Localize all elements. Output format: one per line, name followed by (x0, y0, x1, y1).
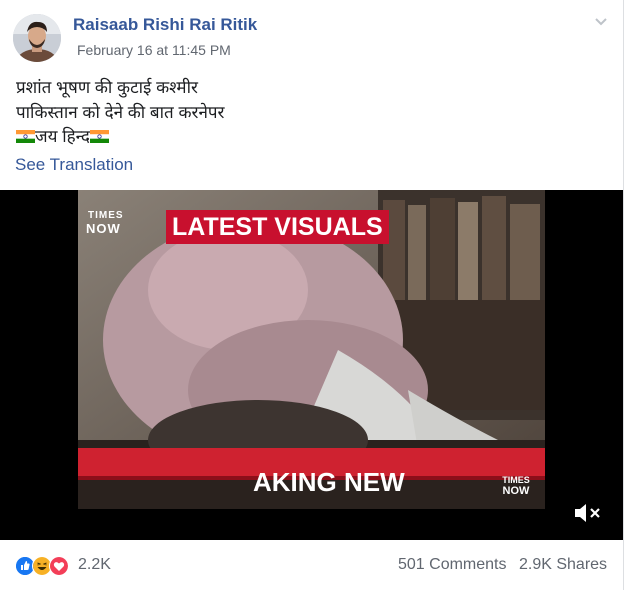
channel-logo: TIMES NOW (86, 210, 166, 240)
video-frame[interactable]: TIMES NOW LATEST VISUALS AKING NEW TIMES… (78, 190, 545, 509)
corner-logo-bottom: NOW (502, 485, 530, 497)
channel-logo-bottom: NOW (86, 221, 121, 236)
post-text-line-2: पाकिस्तान को देने की बात करनेपर (16, 103, 225, 122)
see-translation-link[interactable]: See Translation (15, 155, 133, 175)
avatar-image (13, 14, 61, 62)
avatar[interactable] (13, 14, 61, 62)
video-ticker-text: AKING NEW (253, 467, 405, 497)
post-text-line-1: प्रशांत भूषण की कुटाई कश्मीर (16, 78, 198, 97)
shares-count-link[interactable]: 2.9K Shares (519, 556, 607, 574)
corner-channel-logo: TIMES NOW (490, 475, 542, 497)
post-timestamp[interactable]: February 16 at 11:45 PM (77, 42, 231, 58)
video-headline-banner: LATEST VISUALS (166, 210, 389, 244)
feed-post: Raisaab Rishi Rai Ritik February 16 at 1… (0, 0, 624, 590)
chevron-down-icon[interactable] (594, 14, 608, 28)
love-icon (49, 556, 69, 576)
india-flag-icon (16, 130, 35, 143)
speaker-muted-icon[interactable] (572, 502, 602, 524)
post-text-line-3: जय हिन्द (16, 124, 109, 147)
reactions-count[interactable]: 2.2K (78, 556, 111, 574)
comments-count-link[interactable]: 501 Comments (398, 556, 507, 574)
video-player[interactable]: TIMES NOW LATEST VISUALS AKING NEW TIMES… (0, 190, 623, 540)
post-author-name[interactable]: Raisaab Rishi Rai Ritik (73, 15, 257, 35)
corner-logo-top: TIMES (502, 475, 530, 485)
india-flag-icon (89, 130, 109, 143)
post-text-jai-hind: जय हिन्द (35, 127, 90, 146)
channel-logo-top: TIMES (88, 210, 124, 221)
